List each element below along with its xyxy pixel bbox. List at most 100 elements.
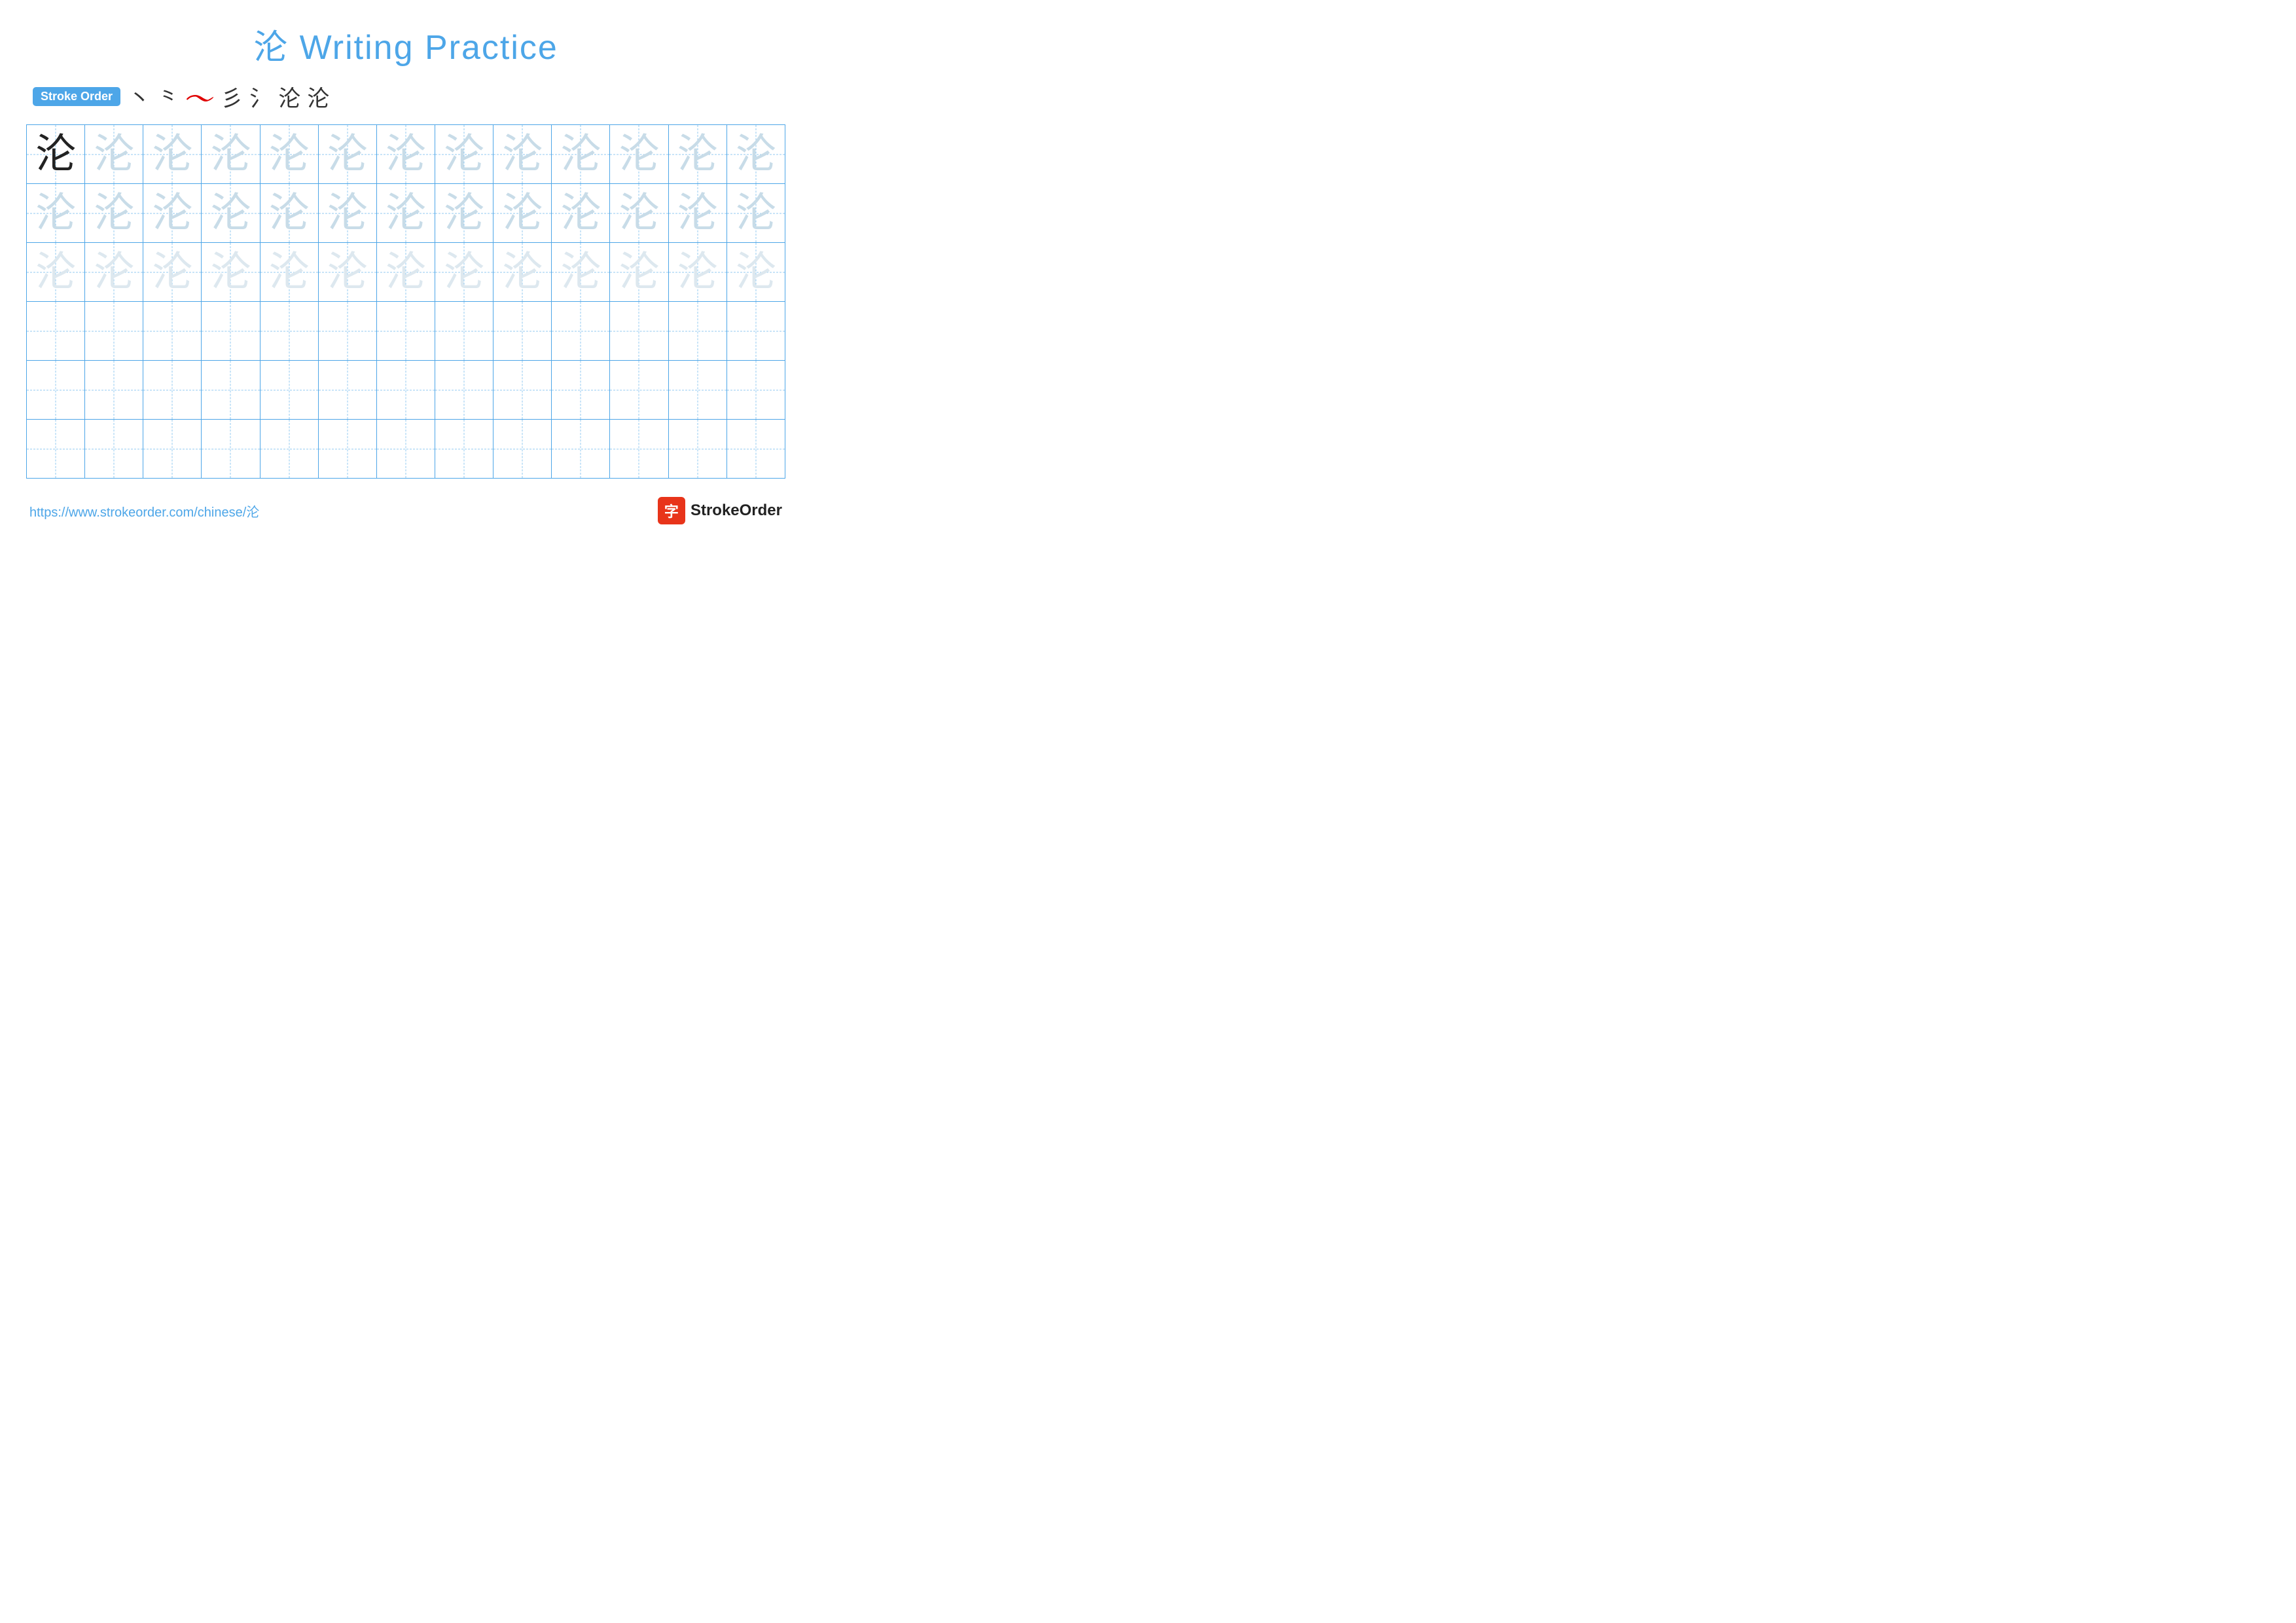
grid-row: 沦 沦 沦 沦 沦 沦 沦 沦 沦 沦 沦 沦 沦 (27, 125, 785, 184)
grid-cell[interactable]: 沦 (202, 125, 260, 184)
grid-cell[interactable] (143, 302, 202, 361)
stroke-sequence: 丶 ⺀ 𝀈 彡 氵 沦 沦 (128, 81, 329, 113)
grid-cell[interactable]: 沦 (27, 243, 85, 302)
grid-cell[interactable]: 沦 (726, 184, 785, 243)
grid-cell[interactable] (376, 420, 435, 479)
grid-cell[interactable] (27, 361, 85, 420)
grid-cell[interactable] (610, 361, 668, 420)
grid-cell[interactable]: 沦 (376, 125, 435, 184)
stroke-5: 氵 (249, 81, 272, 113)
grid-cell[interactable] (552, 361, 610, 420)
grid-cell[interactable]: 沦 (552, 125, 610, 184)
grid-cell[interactable]: 沦 (85, 184, 143, 243)
stroke-4: 彡 (221, 81, 243, 113)
grid-cell[interactable] (27, 420, 85, 479)
grid-cell[interactable]: 沦 (493, 184, 552, 243)
grid-cell[interactable]: 沦 (726, 125, 785, 184)
grid-cell[interactable] (318, 420, 376, 479)
grid-cell[interactable] (85, 361, 143, 420)
grid-cell[interactable] (726, 302, 785, 361)
grid-cell[interactable]: 沦 (610, 243, 668, 302)
grid-cell[interactable]: 沦 (85, 243, 143, 302)
grid-cell[interactable] (435, 302, 493, 361)
practice-char: 沦 (619, 132, 659, 177)
grid-cell[interactable] (202, 302, 260, 361)
grid-cell[interactable]: 沦 (27, 184, 85, 243)
grid-cell[interactable] (85, 420, 143, 479)
grid-cell[interactable]: 沦 (143, 184, 202, 243)
grid-cell[interactable]: 沦 (85, 125, 143, 184)
grid-cell[interactable]: 沦 (260, 184, 318, 243)
grid-cell[interactable] (610, 302, 668, 361)
practice-char: 沦 (152, 250, 192, 295)
grid-cell[interactable] (260, 361, 318, 420)
practice-char: 沦 (94, 250, 134, 295)
grid-cell[interactable] (493, 420, 552, 479)
practice-char: 沦 (269, 132, 310, 177)
grid-cell[interactable]: 沦 (202, 243, 260, 302)
practice-char: 沦 (35, 132, 76, 177)
grid-cell[interactable]: 沦 (493, 243, 552, 302)
grid-cell[interactable]: 沦 (493, 125, 552, 184)
grid-cell[interactable] (726, 420, 785, 479)
stroke-7: 沦 (307, 81, 329, 113)
grid-cell[interactable]: 沦 (668, 125, 726, 184)
grid-cell[interactable] (726, 361, 785, 420)
grid-cell[interactable] (610, 420, 668, 479)
grid-cell[interactable]: 沦 (552, 184, 610, 243)
grid-cell[interactable]: 沦 (318, 184, 376, 243)
grid-cell[interactable] (552, 420, 610, 479)
stroke-3: 𝀈 (186, 84, 214, 109)
grid-cell[interactable]: 沦 (143, 243, 202, 302)
practice-char: 沦 (444, 191, 484, 236)
grid-cell[interactable] (668, 420, 726, 479)
grid-cell[interactable]: 沦 (668, 184, 726, 243)
practice-char: 沦 (94, 132, 134, 177)
grid-cell[interactable] (318, 361, 376, 420)
grid-cell[interactable] (435, 361, 493, 420)
grid-cell[interactable]: 沦 (143, 125, 202, 184)
grid-cell[interactable]: 沦 (610, 184, 668, 243)
grid-cell[interactable] (202, 420, 260, 479)
grid-cell[interactable] (143, 361, 202, 420)
grid-cell[interactable]: 沦 (435, 125, 493, 184)
grid-cell[interactable]: 沦 (202, 184, 260, 243)
practice-char: 沦 (444, 132, 484, 177)
grid-cell[interactable] (668, 361, 726, 420)
grid-cell[interactable]: 沦 (435, 243, 493, 302)
grid-cell[interactable]: 沦 (610, 125, 668, 184)
grid-cell[interactable]: 沦 (435, 184, 493, 243)
grid-cell[interactable] (85, 302, 143, 361)
grid-cell[interactable] (668, 302, 726, 361)
grid-cell[interactable]: 沦 (376, 184, 435, 243)
practice-char: 沦 (677, 132, 718, 177)
grid-cell[interactable] (260, 420, 318, 479)
grid-cell[interactable] (202, 361, 260, 420)
grid-cell[interactable] (143, 420, 202, 479)
practice-char: 沦 (35, 250, 76, 295)
practice-char: 沦 (736, 191, 776, 236)
practice-char: 沦 (560, 191, 601, 236)
grid-cell[interactable]: 沦 (27, 125, 85, 184)
grid-cell[interactable] (260, 302, 318, 361)
grid-cell[interactable] (376, 302, 435, 361)
practice-grid: 沦 沦 沦 沦 沦 沦 沦 沦 沦 沦 沦 沦 沦 沦 沦 沦 沦 沦 (26, 124, 785, 479)
grid-cell[interactable] (552, 302, 610, 361)
practice-char: 沦 (560, 132, 601, 177)
grid-cell[interactable]: 沦 (726, 243, 785, 302)
grid-cell[interactable]: 沦 (376, 243, 435, 302)
practice-char: 沦 (502, 250, 543, 295)
grid-cell[interactable]: 沦 (668, 243, 726, 302)
grid-cell[interactable] (493, 302, 552, 361)
grid-cell[interactable]: 沦 (260, 243, 318, 302)
grid-cell[interactable] (376, 361, 435, 420)
footer-url[interactable]: https://www.strokeorder.com/chinese/沦 (29, 501, 259, 520)
grid-cell[interactable] (435, 420, 493, 479)
grid-cell[interactable]: 沦 (552, 243, 610, 302)
grid-cell[interactable]: 沦 (318, 243, 376, 302)
grid-cell[interactable]: 沦 (260, 125, 318, 184)
grid-cell[interactable] (318, 302, 376, 361)
grid-cell[interactable]: 沦 (318, 125, 376, 184)
grid-cell[interactable] (27, 302, 85, 361)
grid-cell[interactable] (493, 361, 552, 420)
